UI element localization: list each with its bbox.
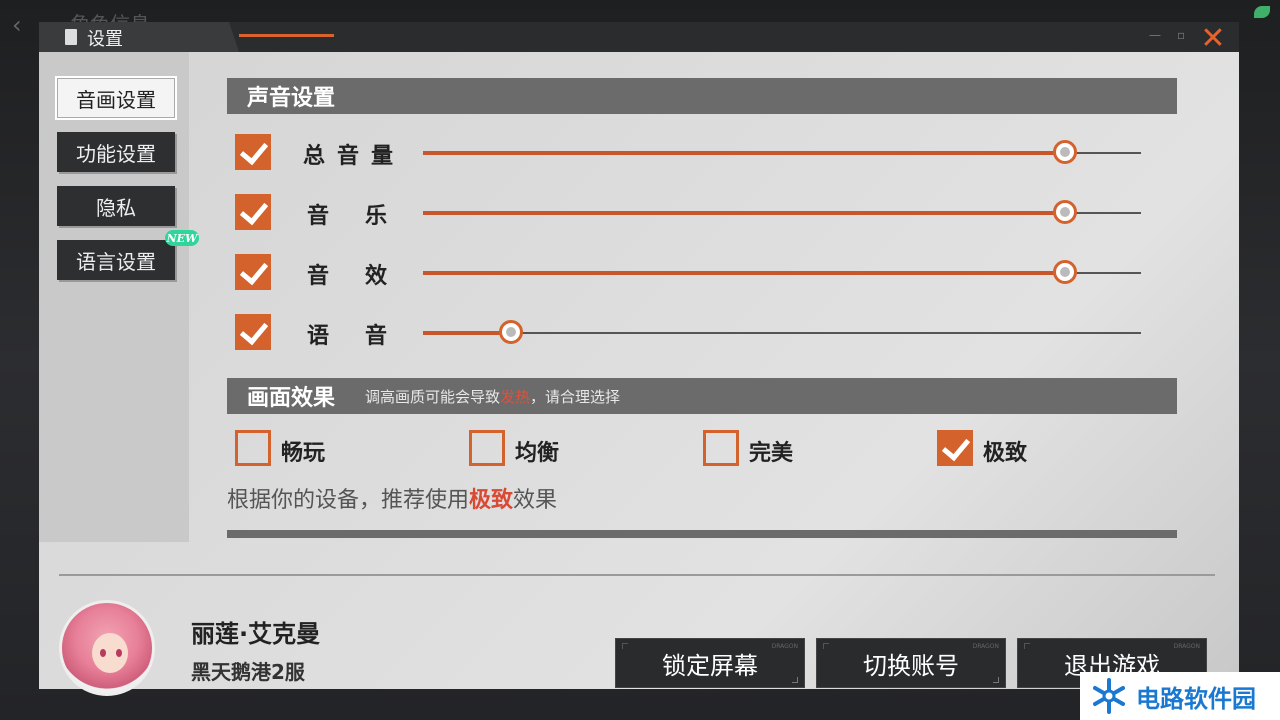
recommend-prefix: 根据你的设备，推荐使用 xyxy=(227,488,470,513)
quality-perfect-checkbox[interactable] xyxy=(703,430,739,466)
title-accent-line xyxy=(239,34,334,37)
watermark: 电路软件园 xyxy=(1080,672,1280,720)
minimize-icon: — xyxy=(1149,28,1161,42)
voice-track[interactable] xyxy=(423,332,1141,334)
tab-label: 隐私 xyxy=(96,195,136,220)
voice-checkbox[interactable] xyxy=(235,314,271,350)
tab-language[interactable]: 语言设置 NEW xyxy=(57,230,199,280)
dialog-body: 音画设置 功能设置 隐私 语言设置 NEW 声音设置 总音量 音乐 音效 语音 … xyxy=(39,52,1239,696)
quality-ultimate-label: 极致 xyxy=(983,441,1028,466)
quality-smooth-checkbox[interactable] xyxy=(235,430,271,466)
sound-section-header: 声音设置 xyxy=(227,78,1177,114)
document-icon xyxy=(65,29,77,45)
settings-dialog: 设置 — ▫ ✕ 音画设置 功能设置 隐私 语言设置 NEW 声音设置 总音量 … xyxy=(39,22,1239,696)
tab-privacy[interactable]: 隐私 xyxy=(57,186,175,226)
tab-label: 语言设置 xyxy=(76,249,156,274)
button-tag: DRAGON xyxy=(1173,643,1200,650)
back-icon: ‹ xyxy=(12,11,22,39)
voice-label: 语音 xyxy=(307,324,424,349)
player-name: 丽莲·艾克曼 xyxy=(191,620,321,648)
quality-perfect-label: 完美 xyxy=(749,441,794,466)
sfx-label: 音效 xyxy=(307,264,424,289)
new-badge: NEW xyxy=(165,230,199,246)
master-volume-label: 总音量 xyxy=(303,144,406,169)
music-label: 音乐 xyxy=(307,204,424,229)
recommend-highlight: 极致 xyxy=(469,488,514,513)
master-volume-knob[interactable] xyxy=(1053,140,1077,164)
recommendation-text: 根据你的设备，推荐使用极致效果 xyxy=(227,482,557,514)
music-checkbox[interactable] xyxy=(235,194,271,230)
button-tag: DRAGON xyxy=(771,643,798,650)
voice-knob[interactable] xyxy=(499,320,523,344)
sound-header-label: 声音设置 xyxy=(247,86,336,111)
graphics-header-label: 画面效果 xyxy=(247,386,336,411)
voice-fill xyxy=(423,331,511,335)
restore-icon: ▫ xyxy=(1177,28,1186,42)
lock-screen-label: 锁定屏幕 xyxy=(662,651,758,680)
snowflake-logo-icon xyxy=(1093,678,1125,714)
corner-decoration xyxy=(622,643,628,649)
quality-balanced-checkbox[interactable] xyxy=(469,430,505,466)
avatar-face xyxy=(92,633,128,673)
avatar[interactable] xyxy=(59,600,155,696)
bottom-divider xyxy=(59,574,1215,576)
sfx-knob[interactable] xyxy=(1053,260,1077,284)
switch-account-label: 切换账号 xyxy=(863,651,959,680)
music-fill xyxy=(423,211,1063,215)
settings-content: 声音设置 总音量 音乐 音效 语音 画面效果 调高画质可能会导致发热，请合理选择… xyxy=(227,78,1177,538)
avatar-eye xyxy=(100,649,106,657)
quality-smooth-label: 畅玩 xyxy=(281,441,326,466)
hint-suffix: ，请合理选择 xyxy=(530,387,621,406)
close-button[interactable]: ✕ xyxy=(1199,24,1227,54)
tab-audio-visual[interactable]: 音画设置 xyxy=(57,78,175,118)
sfx-fill xyxy=(423,271,1063,275)
lock-screen-button[interactable]: DRAGON 锁定屏幕 xyxy=(615,638,805,688)
master-volume-fill xyxy=(423,151,1063,155)
graphics-section-header: 画面效果 调高画质可能会导致发热，请合理选择 xyxy=(227,378,1177,414)
sfx-checkbox[interactable] xyxy=(235,254,271,290)
server-name: 黑天鹅港2服 xyxy=(191,660,305,684)
music-knob[interactable] xyxy=(1053,200,1077,224)
hint-warning: 发热 xyxy=(500,387,531,406)
hint-prefix: 调高画质可能会导致 xyxy=(365,387,501,406)
tab-label: 功能设置 xyxy=(76,141,156,166)
corner-decoration xyxy=(1024,643,1030,649)
tab-function[interactable]: 功能设置 xyxy=(57,132,175,172)
graphics-hint: 调高画质可能会导致发热，请合理选择 xyxy=(365,386,620,407)
dialog-title-tab: 设置 xyxy=(39,22,239,52)
dialog-title: 设置 xyxy=(87,29,123,50)
avatar-eye xyxy=(116,649,122,657)
recommend-suffix: 效果 xyxy=(513,488,558,513)
tab-label: 音画设置 xyxy=(76,87,156,112)
quality-balanced-label: 均衡 xyxy=(515,441,560,466)
button-tag: DRAGON xyxy=(972,643,999,650)
switch-account-button[interactable]: DRAGON 切换账号 xyxy=(816,638,1006,688)
master-volume-checkbox[interactable] xyxy=(235,134,271,170)
settings-sidebar: 音画设置 功能设置 隐私 语言设置 NEW xyxy=(39,52,199,542)
corner-decoration xyxy=(823,643,829,649)
corner-decoration xyxy=(993,677,999,683)
quality-ultimate-checkbox[interactable] xyxy=(937,430,973,466)
next-section-header xyxy=(227,530,1177,538)
watermark-text: 电路软件园 xyxy=(1136,684,1256,713)
corner-decoration xyxy=(792,677,798,683)
